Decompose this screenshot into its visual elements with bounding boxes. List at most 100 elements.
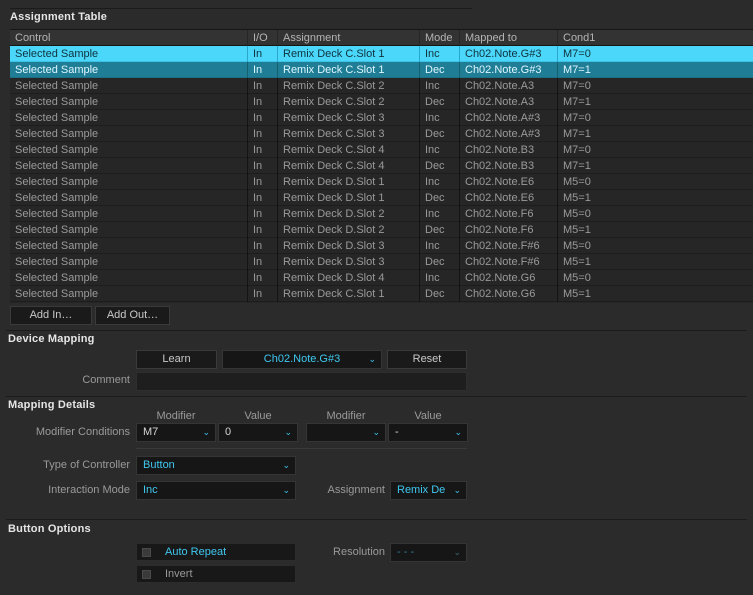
cell-mode: Dec (425, 224, 445, 236)
column-header-mode[interactable]: Mode (420, 30, 460, 46)
table-row[interactable]: Selected Sample In Remix Deck C.Slot 4 Inc C… (10, 142, 753, 158)
column-header-mapped-to[interactable]: Mapped to (460, 30, 558, 46)
type-of-controller-value: Button (143, 459, 175, 471)
auto-repeat-label: Auto Repeat (165, 546, 227, 558)
assignment-table[interactable]: Control I/O Assignment Mode Mapped to Co… (10, 29, 753, 303)
interaction-mode-dropdown[interactable]: Inc ⌄ (136, 481, 296, 500)
cell-io: In (253, 208, 263, 220)
cell-io: In (253, 64, 263, 76)
table-row[interactable]: Selected Sample In Remix Deck C.Slot 4 Dec C… (10, 158, 753, 174)
cell-assignment: Remix Deck D.Slot 1 (283, 192, 385, 204)
type-of-controller-dropdown[interactable]: Button ⌄ (136, 456, 296, 475)
page-title: Assignment Table (10, 11, 108, 23)
cell-io: In (253, 112, 263, 124)
cell-cond1: M7=0 (563, 80, 591, 92)
table-row[interactable]: Selected Sample In Remix Deck C.Slot 3 Inc C… (10, 110, 753, 126)
invert-row[interactable]: Invert (136, 565, 296, 583)
cell-mapped-to: Ch02.Note.A#3 (465, 112, 541, 124)
cell-cond1: M7=1 (563, 160, 591, 172)
table-row[interactable]: Selected Sample In Remix Deck C.Slot 3 Dec C… (10, 126, 753, 142)
cell-assignment: Remix Deck C.Slot 4 (283, 144, 385, 156)
table-body: Selected Sample In Remix Deck C.Slot 1 Inc C… (10, 46, 753, 302)
cell-assignment: Remix Deck C.Slot 1 (283, 288, 385, 300)
column-header-cond1[interactable]: Cond1 (558, 30, 753, 46)
cell-cond1: M5=0 (563, 272, 591, 284)
table-row[interactable]: Selected Sample In Remix Deck D.Slot 2 Dec C… (10, 222, 753, 238)
resolution-dropdown[interactable]: - - - ⌄ (390, 543, 467, 562)
value-2-value: - (395, 426, 399, 438)
cell-mapped-to: Ch02.Note.A3 (465, 80, 535, 92)
table-row[interactable]: Selected Sample In Remix Deck C.Slot 2 Dec C… (10, 94, 753, 110)
cell-mode: Inc (425, 80, 440, 92)
reset-button[interactable]: Reset (387, 350, 467, 369)
cell-mapped-to: Ch02.Note.B3 (465, 144, 535, 156)
cell-io: In (253, 128, 263, 140)
device-mapping-value: Ch02.Note.G#3 (263, 353, 341, 365)
table-row[interactable]: Selected Sample In Remix Deck D.Slot 4 Inc C… (10, 270, 753, 286)
value-1-value: 0 (225, 426, 232, 438)
add-in-button[interactable]: Add In… (10, 306, 92, 325)
value-2-dropdown[interactable]: - ⌄ (388, 423, 468, 442)
cell-mode: Dec (425, 288, 445, 300)
cell-cond1: M5=1 (563, 288, 591, 300)
cell-mode: Dec (425, 64, 445, 76)
cell-cond1: M7=1 (563, 64, 591, 76)
cell-control: Selected Sample (15, 48, 99, 60)
column-header-io[interactable]: I/O (248, 30, 278, 46)
cell-cond1: M5=1 (563, 192, 591, 204)
table-row[interactable]: Selected Sample In Remix Deck C.Slot 1 Dec C… (10, 286, 753, 302)
cell-io: In (253, 176, 263, 188)
cell-assignment: Remix Deck D.Slot 3 (283, 256, 385, 268)
add-out-button[interactable]: Add Out… (95, 306, 170, 325)
cell-io: In (253, 160, 263, 172)
cell-mapped-to: Ch02.Note.E6 (465, 192, 535, 204)
cell-mode: Dec (425, 256, 445, 268)
cell-mapped-to: Ch02.Note.F6 (465, 208, 534, 220)
cell-assignment: Remix Deck C.Slot 2 (283, 96, 385, 108)
cell-mapped-to: Ch02.Note.G#3 (465, 48, 542, 60)
cell-io: In (253, 240, 263, 252)
learn-button[interactable]: Learn (136, 350, 217, 369)
cell-mapped-to: Ch02.Note.F#6 (465, 256, 540, 268)
device-mapping-dropdown[interactable]: Ch02.Note.G#3 ⌄ (222, 350, 382, 369)
table-row[interactable]: Selected Sample In Remix Deck D.Slot 1 Dec C… (10, 190, 753, 206)
cell-cond1: M5=0 (563, 240, 591, 252)
cell-mode: Dec (425, 96, 445, 108)
assignment-dropdown[interactable]: Remix De ⌄ (390, 481, 467, 500)
cell-cond1: M7=0 (563, 112, 591, 124)
table-row[interactable]: Selected Sample In Remix Deck C.Slot 1 Dec C… (10, 62, 753, 78)
cell-mapped-to: Ch02.Note.G6 (465, 288, 536, 300)
mapping-details-divider (6, 396, 747, 397)
modifier-2-dropdown[interactable]: ⌄ (306, 423, 386, 442)
cell-assignment: Remix Deck D.Slot 2 (283, 208, 385, 220)
cell-assignment: Remix Deck D.Slot 3 (283, 240, 385, 252)
table-row[interactable]: Selected Sample In Remix Deck D.Slot 2 Inc C… (10, 206, 753, 222)
chevron-down-icon: ⌄ (202, 427, 210, 437)
cell-io: In (253, 192, 263, 204)
table-header-row[interactable]: Control I/O Assignment Mode Mapped to Co… (10, 30, 753, 46)
column-header-control[interactable]: Control (10, 30, 248, 46)
invert-checkbox[interactable] (142, 570, 151, 579)
cell-assignment: Remix Deck C.Slot 2 (283, 80, 385, 92)
auto-repeat-row[interactable]: Auto Repeat (136, 543, 296, 561)
cell-mode: Dec (425, 128, 445, 140)
cell-mapped-to: Ch02.Note.F6 (465, 224, 534, 236)
device-mapping-title: Device Mapping (8, 333, 95, 345)
cell-control: Selected Sample (15, 128, 99, 140)
auto-repeat-checkbox[interactable] (142, 548, 151, 557)
type-of-controller-label: Type of Controller (43, 459, 130, 471)
cell-mode: Inc (425, 48, 440, 60)
table-row[interactable]: Selected Sample In Remix Deck C.Slot 1 Inc C… (10, 46, 753, 62)
table-row[interactable]: Selected Sample In Remix Deck C.Slot 2 Inc C… (10, 78, 753, 94)
column-header-assignment[interactable]: Assignment (278, 30, 420, 46)
table-row[interactable]: Selected Sample In Remix Deck D.Slot 3 Dec C… (10, 254, 753, 270)
cell-control: Selected Sample (15, 96, 99, 108)
interaction-mode-value: Inc (143, 484, 158, 496)
value-1-dropdown[interactable]: 0 ⌄ (218, 423, 298, 442)
comment-input[interactable] (136, 372, 467, 391)
cell-assignment: Remix Deck C.Slot 4 (283, 160, 385, 172)
table-row[interactable]: Selected Sample In Remix Deck D.Slot 1 Inc C… (10, 174, 753, 190)
table-row[interactable]: Selected Sample In Remix Deck D.Slot 3 Inc C… (10, 238, 753, 254)
modifier-1-dropdown[interactable]: M7 ⌄ (136, 423, 216, 442)
cell-control: Selected Sample (15, 208, 99, 220)
